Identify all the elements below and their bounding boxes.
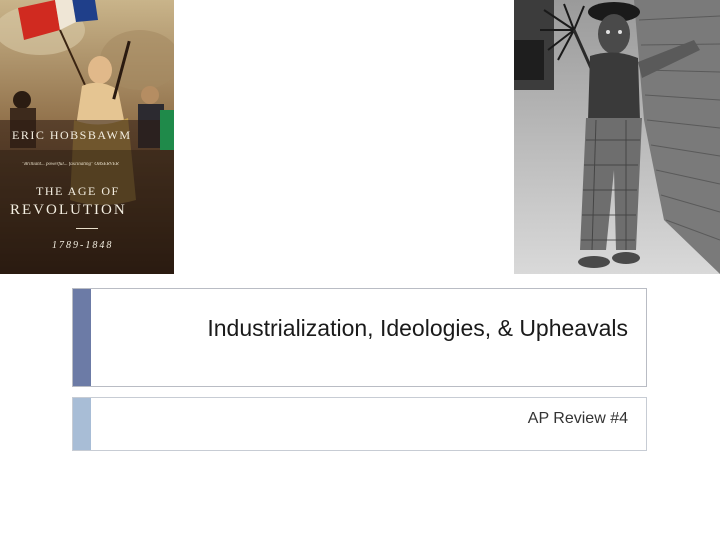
cover-dates: 1789-1848 — [52, 240, 114, 251]
photo-artwork — [514, 0, 720, 274]
title-accent-bar — [73, 289, 91, 386]
cover-title-line2: REVOLUTION — [10, 202, 127, 218]
subtitle-placeholder: AP Review #4 — [72, 397, 647, 451]
book-cover-image: ERIC HOBSBAWM "Brilliant... powerful... … — [0, 0, 174, 274]
cover-author: ERIC HOBSBAWM — [12, 128, 132, 142]
subtitle-accent-bar — [73, 398, 91, 450]
cover-title-line1: THE AGE OF — [36, 184, 120, 198]
title-placeholder: Industrialization, Ideologies, & Upheava… — [72, 288, 647, 387]
slide: ERIC HOBSBAWM "Brilliant... powerful... … — [0, 0, 720, 540]
slide-subtitle: AP Review #4 — [527, 410, 628, 427]
cover-divider — [76, 228, 98, 229]
cover-spine-band — [160, 110, 174, 150]
cover-blurb: "Brilliant... powerful... fascinating" O… — [22, 162, 119, 167]
slide-title: Industrialization, Ideologies, & Upheava… — [207, 315, 628, 341]
chimney-sweep-photo — [514, 0, 720, 274]
